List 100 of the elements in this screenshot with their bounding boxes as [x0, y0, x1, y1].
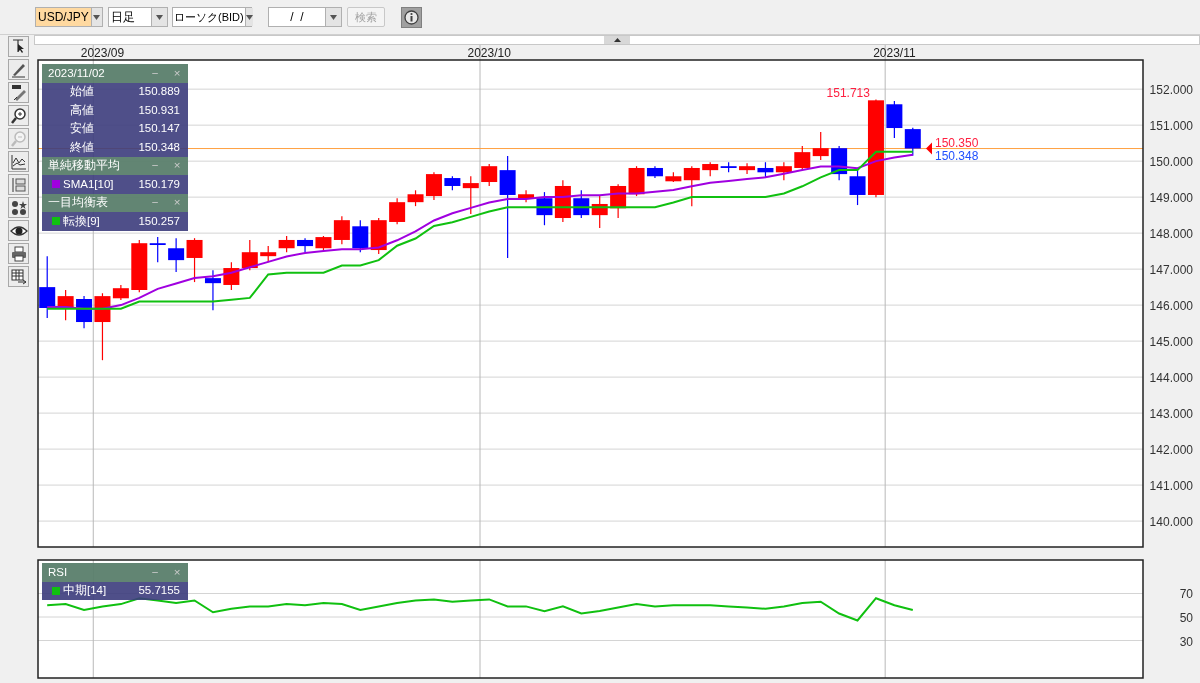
candle-body	[260, 252, 277, 257]
current-price-label: 150.350	[935, 135, 979, 150]
candle-wick	[65, 289, 67, 321]
caret-icon	[93, 14, 101, 20]
candle-wick	[249, 239, 251, 271]
legend-value: 150.889	[138, 84, 180, 100]
tool-button[interactable]	[8, 220, 29, 241]
candle-wick	[599, 194, 601, 229]
candle-wick	[193, 237, 196, 283]
close-button[interactable]: ×	[166, 194, 188, 212]
minimize-button[interactable]: −	[144, 157, 166, 175]
candle-wick	[83, 295, 85, 329]
legend-title: RSI	[48, 564, 69, 580]
candle-wick	[175, 237, 177, 273]
tool-button[interactable]	[8, 151, 29, 172]
candle-wick	[912, 127, 914, 157]
date-dropdown[interactable]: / /	[268, 7, 342, 27]
axis-label: 142.000	[1149, 443, 1193, 458]
candle-wick	[359, 219, 361, 253]
candle-wick	[157, 236, 159, 263]
legend-label: 安値	[70, 121, 95, 137]
tool-button[interactable]	[8, 197, 29, 218]
zoom-out-icon	[9, 129, 28, 148]
candle-wick	[470, 175, 472, 215]
close-button[interactable]: ×	[166, 64, 188, 82]
axis-label: 141.000	[1149, 479, 1193, 494]
legend-title: 単純移動平均	[48, 158, 121, 174]
high-price-label: 151.713	[826, 85, 870, 100]
candle-wick	[396, 197, 398, 225]
candle-body	[886, 104, 903, 129]
axis-label: 148.000	[1149, 227, 1193, 242]
timeframe-dropdown[interactable]: 日足	[108, 7, 168, 27]
legend-value: 150.257	[138, 213, 180, 229]
candle-wick	[746, 162, 748, 175]
tool-button[interactable]	[8, 59, 29, 80]
info-button[interactable]	[401, 6, 422, 28]
axis-label: 143.000	[1149, 407, 1193, 422]
legend-label: 中期[14]	[63, 583, 108, 599]
candle-wick	[230, 261, 232, 291]
candle-wick	[691, 165, 693, 207]
zoom-in-icon	[9, 106, 28, 125]
date-label: 2023/10	[467, 46, 511, 60]
axis-label: 149.000	[1149, 191, 1193, 206]
legend-value: 55.7155	[138, 583, 180, 599]
chart-lines-icon	[9, 152, 28, 171]
axis-label: 146.000	[1149, 299, 1193, 314]
candle-body	[278, 239, 295, 249]
legend-value: 150.348	[138, 139, 180, 155]
number-scale-icon	[9, 175, 28, 194]
candle-wick	[304, 237, 306, 253]
candle-wick	[580, 189, 582, 219]
legend-title: 2023/11/02	[48, 65, 106, 81]
candle-wick	[783, 161, 785, 181]
candle-wick	[856, 169, 859, 206]
axis-label: 151.000	[1149, 119, 1193, 134]
axis-label: 70	[1179, 587, 1193, 602]
legend-label: SMA1[10]	[63, 176, 115, 192]
candle-wick	[617, 183, 619, 219]
info-icon	[404, 9, 419, 25]
symbol-dropdown[interactable]: USD/JPY	[35, 7, 103, 27]
minimize-button[interactable]: −	[144, 64, 166, 82]
tool-button[interactable]	[8, 105, 29, 126]
candle-wick	[801, 145, 803, 171]
legend-value: 150.147	[138, 121, 180, 137]
caret-icon	[245, 14, 253, 20]
close-button[interactable]: ×	[166, 157, 188, 175]
price-marker-icon	[926, 142, 932, 155]
axis-label: 150.000	[1149, 155, 1193, 170]
close-button[interactable]: ×	[166, 563, 188, 581]
chart-type-dropdown[interactable]: ローソク(BID)	[172, 7, 252, 27]
legend-value: 150.931	[138, 102, 180, 118]
candle-wick	[543, 191, 546, 226]
eraser-icon	[9, 83, 28, 102]
axis-label: 152.000	[1149, 83, 1193, 98]
collapse-arrow-icon	[613, 38, 621, 42]
legend-label: 転換[9]	[63, 213, 101, 229]
minimize-button[interactable]: −	[144, 563, 166, 581]
candle-wick	[46, 255, 48, 319]
tool-button[interactable]	[8, 243, 29, 264]
legend-label: 終値	[70, 139, 95, 155]
axis-label: 140.000	[1149, 515, 1193, 530]
candle-body	[204, 278, 221, 284]
candle-wick	[341, 215, 343, 245]
caret-icon	[156, 14, 163, 20]
legend-value: 150.179	[138, 176, 180, 192]
axis-label: 30	[1179, 634, 1193, 649]
tool-button[interactable]	[8, 266, 29, 287]
tool-button[interactable]	[8, 82, 29, 103]
axis-label: 147.000	[1149, 263, 1193, 278]
date-label: 2023/09	[80, 46, 125, 60]
minimize-button[interactable]: −	[144, 194, 166, 212]
tool-button[interactable]	[8, 36, 29, 57]
candle-wick	[212, 269, 214, 311]
table-export-icon	[9, 267, 28, 286]
legend-title: 一目均衡表	[48, 195, 109, 211]
collapse-button[interactable]	[604, 36, 630, 44]
date-label: 2023/11	[873, 46, 916, 60]
close-price-label: 150.348	[935, 148, 979, 163]
axis-label: 50	[1179, 611, 1193, 625]
candle-body	[352, 226, 369, 249]
